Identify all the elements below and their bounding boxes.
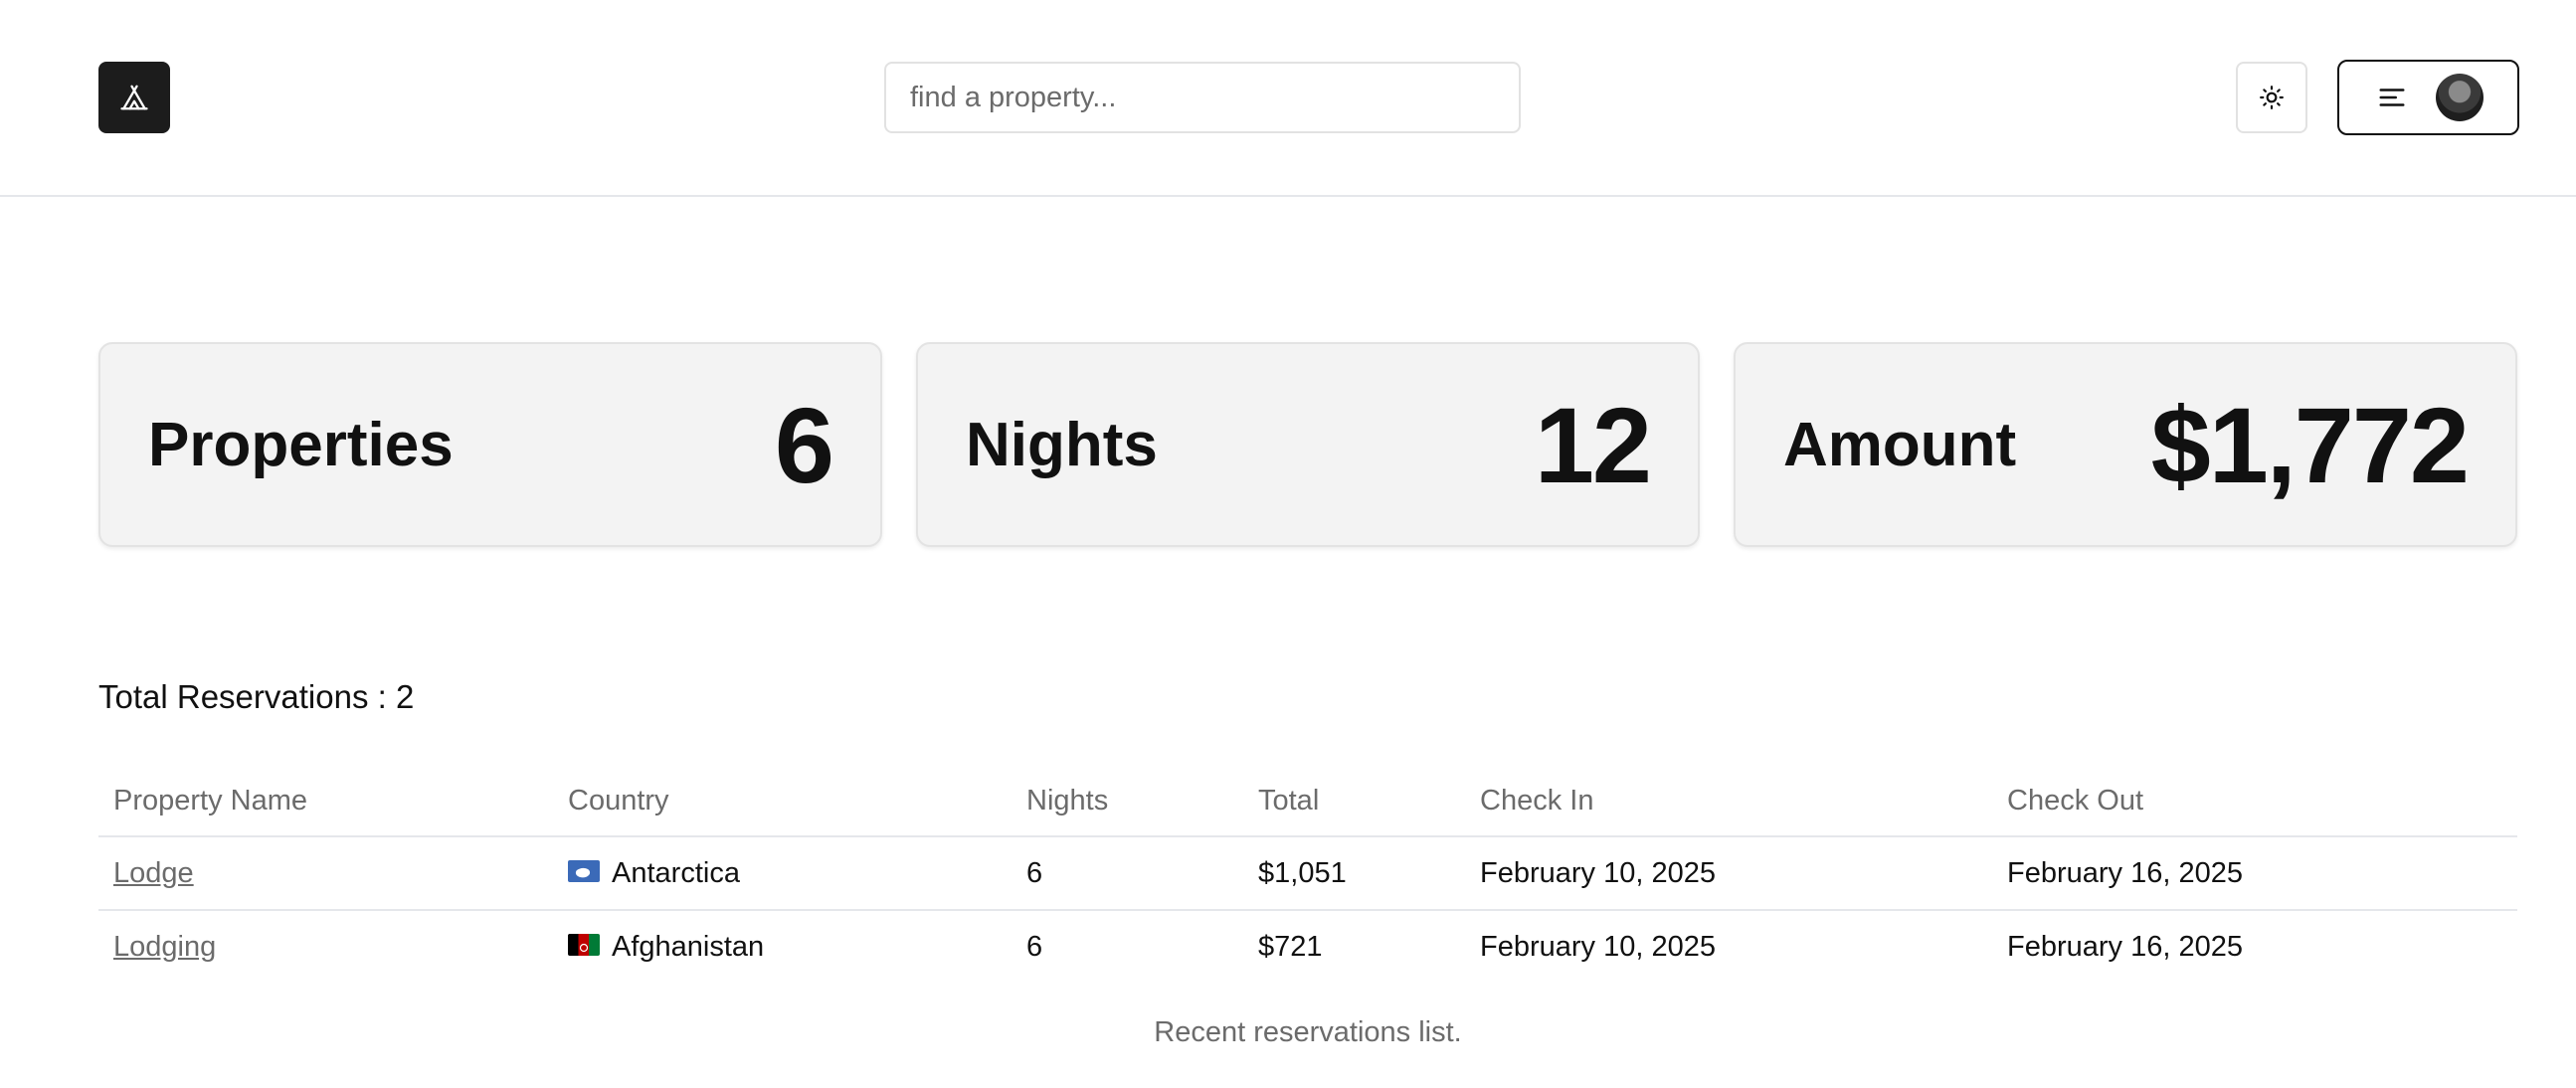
stat-card-amount: Amount $1,772 (1734, 342, 2517, 547)
nights-cell: 6 (1012, 836, 1243, 911)
table-caption: Recent reservations list. (1154, 1016, 1462, 1048)
column-header: Country (553, 766, 1012, 837)
column-header: Nights (1012, 766, 1243, 837)
column-header: Total (1243, 766, 1465, 837)
tent-icon (120, 85, 148, 110)
column-header: Check Out (1992, 766, 2517, 837)
stat-value: 6 (774, 384, 834, 505)
property-link[interactable]: Lodging (113, 931, 216, 963)
total-cell: $721 (1258, 930, 1323, 963)
column-header: Property Name (98, 766, 553, 837)
stat-value: 12 (1534, 384, 1652, 505)
search-input[interactable] (884, 62, 1521, 133)
reservations-table: Property Name Country Nights Total Check… (98, 766, 2517, 983)
stat-value: $1,772 (2150, 384, 2470, 505)
table-header-row: Property Name Country Nights Total Check… (98, 766, 2517, 837)
avatar (2436, 74, 2484, 121)
afghanistan-flag-icon (568, 933, 600, 956)
sun-icon (2260, 86, 2284, 109)
table-row: Lodge Antarctica 6 $1,051 February 10, 2… (98, 836, 2517, 911)
property-link[interactable]: Lodge (113, 857, 194, 889)
theme-toggle-button[interactable] (2236, 62, 2307, 133)
country-name: Afghanistan (612, 930, 765, 963)
country-name: Antarctica (612, 856, 740, 889)
antarctica-flag-icon (568, 859, 600, 882)
home-logo-button[interactable] (98, 62, 170, 133)
stat-card-properties: Properties 6 (98, 342, 882, 547)
total-reservations-heading: Total Reservations : 2 (98, 678, 415, 715)
table-row: Lodging Afghanistan 6 $721 February 10, … (98, 910, 2517, 983)
stat-card-nights: Nights 12 (916, 342, 1700, 547)
total-cell: $1,051 (1243, 836, 1465, 911)
nights-cell: 6 (1026, 930, 1043, 963)
stat-label: Nights (966, 410, 1158, 479)
check-in-cell: February 10, 2025 (1480, 930, 1716, 963)
check-in-cell: February 10, 2025 (1465, 836, 1992, 911)
stat-label: Properties (148, 410, 454, 479)
stat-label: Amount (1783, 410, 2017, 479)
user-menu-button[interactable] (2337, 60, 2519, 135)
column-header: Check In (1465, 766, 1992, 837)
check-out-cell: February 16, 2025 (1992, 836, 2517, 911)
top-navbar (0, 0, 2576, 197)
check-out-cell: February 16, 2025 (2007, 930, 2243, 963)
menu-icon (2379, 89, 2405, 106)
